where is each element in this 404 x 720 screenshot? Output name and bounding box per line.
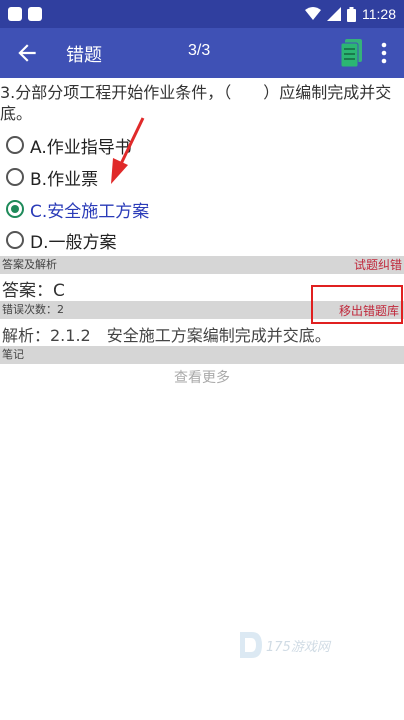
- option-label: B.作业票: [30, 169, 99, 190]
- question-text: 3.分部分项工程开始作业条件，（ ）应编制完成并交底。: [0, 83, 392, 123]
- answer-sheet-icon[interactable]: [340, 38, 364, 68]
- answer-section-header: 答案及解析 试题纠错: [0, 256, 404, 274]
- notification-icon: [8, 7, 22, 21]
- remove-from-error-bank-button[interactable]: 移出错题库: [311, 285, 403, 324]
- battery-icon: [347, 6, 356, 22]
- option-label: D.一般方案: [30, 232, 117, 253]
- notes-title: 笔记: [2, 348, 24, 361]
- watermark-icon: [240, 632, 262, 658]
- question-pager: 3/3: [188, 42, 211, 59]
- status-time: 11:28: [362, 6, 396, 22]
- page-title: 错题: [66, 45, 102, 66]
- status-bar: 11:28: [0, 0, 404, 28]
- radio-unchecked-icon[interactable]: [6, 231, 24, 249]
- radio-checked-icon[interactable]: [6, 200, 24, 218]
- option-label: A.作业指导书: [30, 137, 132, 158]
- notification-icon: [28, 7, 42, 21]
- analysis-text: 解析：2.1.2 安全施工方案编制完成并交底。: [2, 326, 331, 345]
- signal-icon: [327, 7, 341, 21]
- option-a[interactable]: A.作业指导书: [6, 132, 132, 158]
- remove-button-label: 移出错题库: [338, 304, 399, 318]
- more-vert-icon[interactable]: [376, 40, 392, 66]
- report-error-link[interactable]: 试题纠错: [354, 256, 402, 274]
- option-d[interactable]: D.一般方案: [6, 227, 117, 253]
- radio-unchecked-icon[interactable]: [6, 136, 24, 154]
- option-c[interactable]: C.安全施工方案: [6, 196, 149, 222]
- app-bar: 错题 3/3: [0, 28, 404, 78]
- answer-section-title: 答案及解析: [2, 258, 57, 271]
- notes-section-header: 笔记: [0, 346, 404, 364]
- radio-unchecked-icon[interactable]: [6, 168, 24, 186]
- option-b[interactable]: B.作业票: [6, 164, 98, 190]
- answer-text: 答案：C: [2, 281, 65, 301]
- watermark-text: 175游戏网: [266, 640, 330, 655]
- wifi-icon: [305, 7, 321, 20]
- back-arrow-icon[interactable]: [14, 40, 40, 66]
- view-more-link[interactable]: 查看更多: [0, 367, 404, 387]
- watermark-logo: 175游戏网: [236, 630, 356, 662]
- error-count: 错误次数：2: [2, 303, 64, 316]
- option-label: C.安全施工方案: [30, 201, 150, 222]
